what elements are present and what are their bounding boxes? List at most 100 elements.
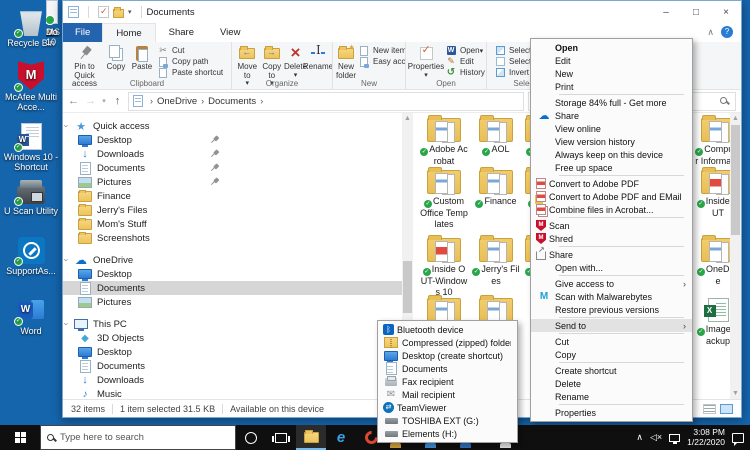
- nav-item[interactable]: Music: [63, 387, 413, 399]
- title-bar[interactable]: ▾ Documents – □ ×: [63, 1, 741, 23]
- new-item-button[interactable]: New item: [358, 45, 406, 56]
- ribbon-tab[interactable]: File: [63, 23, 102, 42]
- taskbar-search-input[interactable]: Type here to search: [40, 425, 236, 450]
- hidden-taskbar-icon[interactable]: [460, 443, 471, 448]
- history-button[interactable]: ↺History: [445, 67, 485, 78]
- close-button[interactable]: ×: [711, 1, 741, 23]
- properties-quick-icon[interactable]: [98, 6, 109, 18]
- paste-button[interactable]: Paste: [129, 44, 155, 72]
- expand-caret-icon[interactable]: [65, 255, 74, 266]
- nav-item[interactable]: Desktop: [63, 267, 413, 281]
- context-menu-item[interactable]: Restore previous versions ›: [531, 303, 692, 316]
- maximize-button[interactable]: □: [681, 1, 711, 23]
- file-scrollbar[interactable]: ▲ ▼: [730, 113, 741, 399]
- scroll-up-icon[interactable]: ▲: [402, 113, 413, 124]
- nav-item[interactable]: Jerry's Files: [63, 203, 413, 217]
- send-to-item[interactable]: Documents: [378, 362, 517, 375]
- context-menu-item[interactable]: Rename ›: [531, 390, 692, 403]
- scroll-up-icon[interactable]: ▲: [730, 113, 741, 124]
- back-button[interactable]: ←: [65, 95, 82, 107]
- context-menu-item[interactable]: Edit ›: [531, 54, 692, 67]
- context-menu-item[interactable]: Give access to ›: [531, 277, 692, 290]
- file-item[interactable]: Inside OUT-Windows 10: [419, 235, 469, 297]
- large-icons-view-icon[interactable]: [720, 404, 733, 414]
- task-view-button[interactable]: [266, 425, 296, 450]
- context-menu-item[interactable]: Scan with Malwarebytes ›: [531, 290, 692, 303]
- file-item[interactable]: Jerry's Files: [471, 235, 521, 287]
- nav-item[interactable]: Desktop: [63, 345, 413, 359]
- file-item[interactable]: Finance: [471, 167, 521, 208]
- nav-item[interactable]: Downloads: [63, 373, 413, 387]
- forward-button[interactable]: →: [82, 95, 99, 107]
- properties-button[interactable]: Properties: [409, 44, 443, 80]
- file-item[interactable]: AOL: [471, 115, 521, 156]
- scroll-down-icon[interactable]: ▼: [730, 388, 741, 399]
- file-item[interactable]: Custom Office Templates: [419, 167, 469, 229]
- nav-item[interactable]: Pictures: [63, 175, 413, 189]
- send-to-item[interactable]: Compressed (zipped) folder: [378, 336, 517, 349]
- context-menu-item[interactable]: Copy ›: [531, 348, 692, 361]
- details-view-icon[interactable]: [703, 404, 716, 414]
- nav-item[interactable]: OneDrive: [63, 253, 413, 267]
- nav-item[interactable]: Documents: [63, 359, 413, 373]
- hidden-icons-chevron-icon[interactable]: ∧: [636, 432, 643, 443]
- paste-shortcut-button[interactable]: Paste shortcut: [157, 67, 223, 78]
- scroll-thumb[interactable]: [403, 261, 412, 313]
- recent-locations-caret-icon[interactable]: ▾: [99, 97, 109, 105]
- customize-toolbar-caret-icon[interactable]: ▾: [128, 8, 132, 16]
- nav-item[interactable]: Mom's Stuff: [63, 217, 413, 231]
- context-menu-item[interactable]: Share ›: [531, 109, 692, 122]
- nav-item[interactable]: Desktop: [63, 133, 413, 147]
- context-menu-item[interactable]: View online ›: [531, 122, 692, 135]
- hidden-taskbar-icon[interactable]: [425, 443, 436, 448]
- copy-path-button[interactable]: Copy path: [157, 56, 223, 67]
- context-menu-item[interactable]: Print ›: [531, 80, 692, 93]
- nav-item[interactable]: This PC: [63, 317, 413, 331]
- copy-button[interactable]: Copy: [103, 44, 129, 72]
- ribbon-tab[interactable]: Share: [156, 23, 207, 42]
- help-icon[interactable]: ?: [721, 26, 733, 38]
- context-menu-item[interactable]: New ›: [531, 67, 692, 80]
- context-menu-item[interactable]: Shred ›: [531, 232, 692, 245]
- context-menu-item[interactable]: Properties ›: [531, 406, 692, 419]
- send-to-item[interactable]: Fax recipient: [378, 375, 517, 388]
- minimize-button[interactable]: –: [651, 1, 681, 23]
- ribbon-tab[interactable]: Home: [102, 23, 155, 42]
- easy-access-button[interactable]: Easy access: [358, 56, 406, 67]
- context-menu-item[interactable]: Open ›: [531, 41, 692, 54]
- breadcrumb-documents[interactable]: Documents: [208, 96, 256, 107]
- ribbon-tab[interactable]: View: [207, 23, 253, 42]
- context-menu-item[interactable]: Cut ›: [531, 335, 692, 348]
- action-center-icon[interactable]: [732, 433, 744, 443]
- send-to-item[interactable]: Desktop (create shortcut): [378, 349, 517, 362]
- network-icon[interactable]: [669, 434, 680, 442]
- send-to-item[interactable]: TOSHIBA EXT (G:): [378, 414, 517, 427]
- send-to-item[interactable]: Mail recipient: [378, 388, 517, 401]
- hidden-taskbar-icon[interactable]: [500, 443, 511, 448]
- up-button[interactable]: ↑: [109, 95, 126, 107]
- new-folder-quick-icon[interactable]: [113, 9, 124, 18]
- rename-button[interactable]: Rename: [307, 44, 329, 72]
- taskbar-clock[interactable]: 3:08 PM 1/22/2020: [687, 428, 725, 447]
- nav-item[interactable]: Quick access: [63, 119, 413, 133]
- nav-item[interactable]: Documents: [63, 161, 413, 175]
- start-button[interactable]: [0, 425, 40, 450]
- context-menu-item[interactable]: Create shortcut ›: [531, 364, 692, 377]
- context-menu-item[interactable]: Convert to Adobe PDF ›: [531, 177, 692, 190]
- desktop-icon-partial[interactable]: Do: [46, 0, 62, 37]
- context-menu-item[interactable]: View version history ›: [531, 135, 692, 148]
- new-folder-button[interactable]: New folder: [336, 44, 356, 80]
- edit-button[interactable]: ✎Edit: [445, 56, 485, 67]
- nav-item[interactable]: 3D Objects: [63, 331, 413, 345]
- expand-caret-icon[interactable]: [65, 121, 74, 132]
- context-menu-item[interactable]: Delete ›: [531, 377, 692, 390]
- send-to-item[interactable]: Bluetooth device: [378, 323, 517, 336]
- cut-button[interactable]: ✂Cut: [157, 45, 223, 56]
- open-button[interactable]: WOpen: [445, 45, 485, 56]
- send-to-item[interactable]: TeamViewer: [378, 401, 517, 414]
- cortana-button[interactable]: [236, 425, 266, 450]
- hidden-taskbar-icon[interactable]: [390, 443, 401, 448]
- context-menu-item[interactable]: Share ›: [531, 248, 692, 261]
- context-menu-item[interactable]: Free up space ›: [531, 161, 692, 174]
- context-menu-item[interactable]: Scan ›: [531, 219, 692, 232]
